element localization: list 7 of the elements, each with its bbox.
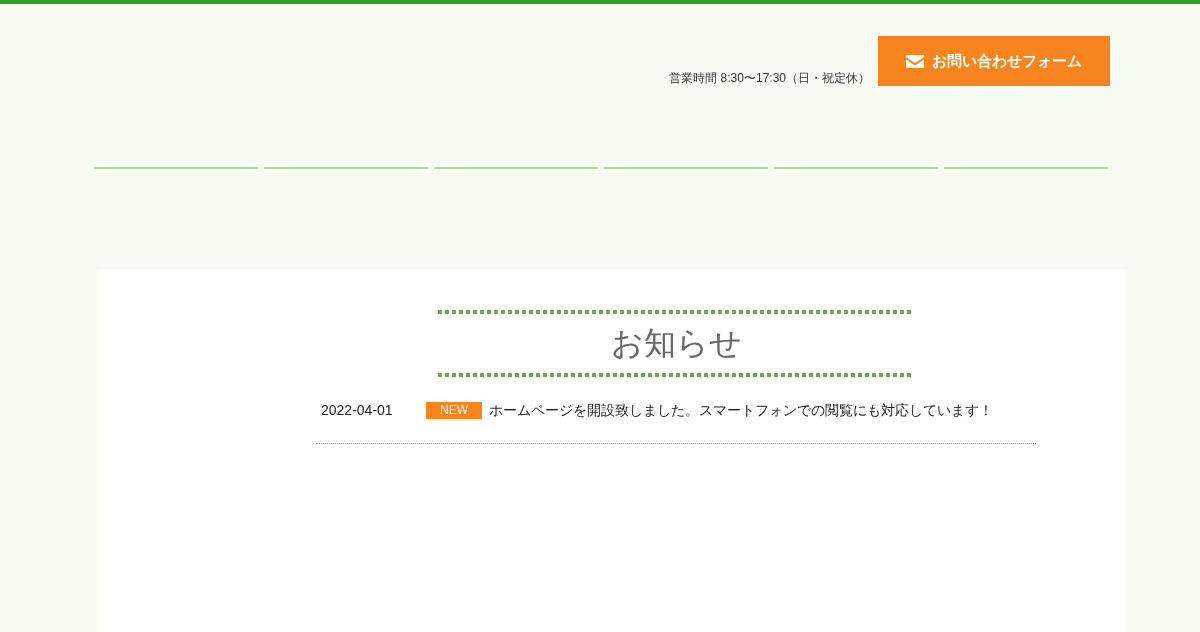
business-hours: 営業時間 8:30〜17:30（日・祝定休） (669, 71, 870, 85)
new-label: NEW (426, 402, 482, 419)
news-date: 2022-04-01 (321, 401, 394, 420)
section-title: お知らせ (610, 324, 742, 363)
envelope-icon (906, 54, 924, 68)
contact-form-button[interactable]: お問い合わせフォーム (878, 36, 1110, 86)
news-text: ホームページを開設致しました。スマートフォンでの閲覧にも対応しています！ (489, 401, 993, 420)
